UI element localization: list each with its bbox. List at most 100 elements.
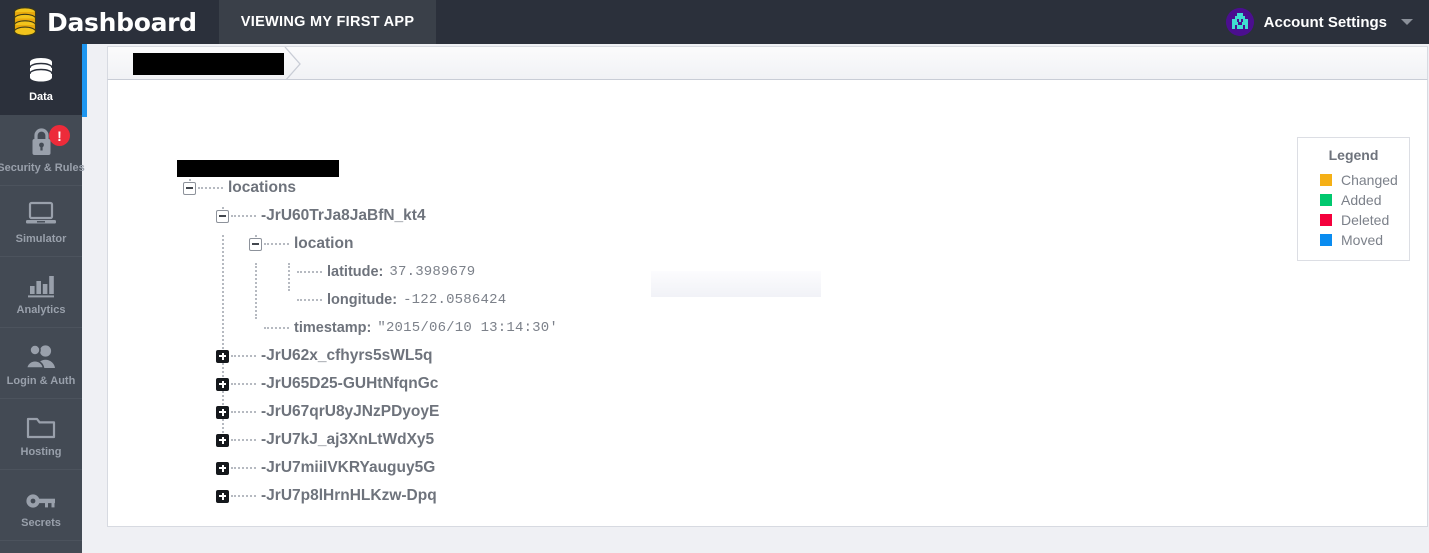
legend-row: Added (1298, 190, 1409, 210)
tree-dash (297, 271, 322, 273)
tree-node[interactable]: -JrU65D25-GUHtNfqnGc (216, 370, 438, 398)
alert-badge: ! (49, 125, 70, 146)
tree-node[interactable]: locations (183, 174, 296, 202)
tree-dash (231, 467, 256, 469)
breadcrumb (107, 46, 1428, 81)
tree-dash (264, 243, 289, 245)
tree-node[interactable]: location (249, 230, 353, 258)
tree-node-label: -JrU60TrJa8JaBfN_kt4 (261, 207, 426, 224)
tree-toggle-plus-icon[interactable] (216, 377, 229, 391)
sidebar-item-label: Data (29, 91, 53, 103)
tree-node[interactable]: -JrU67qrU8yJNzPDyoyE (216, 398, 439, 426)
bar-chart-icon (27, 268, 55, 298)
left-sidebar: Data Security & Rules! Simulator Analyti… (0, 44, 85, 553)
chevron-down-icon[interactable] (1401, 19, 1413, 25)
tree-toggle-minus-icon[interactable] (249, 237, 262, 251)
tree-toggle-plus-icon[interactable] (216, 349, 229, 363)
tree-node[interactable]: -JrU7miiIVKRYauguy5G (216, 454, 435, 482)
tree-toggle-minus-icon[interactable] (216, 209, 229, 223)
app-tab-label: VIEWING MY FIRST APP (240, 14, 415, 30)
legend-swatch (1320, 174, 1332, 186)
tree-dash (231, 411, 256, 413)
tree-node-label: -JrU7p8lHrnHLKzw-Dpq (261, 487, 437, 504)
tree-leaf-key: latitude: (327, 264, 384, 280)
legend-rows: Changed Added Deleted Moved (1298, 170, 1409, 250)
tree-dash (231, 439, 256, 441)
sidebar-item-label: Hosting (20, 446, 62, 458)
legend-label: Deleted (1341, 212, 1390, 228)
sidebar-item-label: Login & Auth (6, 375, 76, 387)
sidebar-item-data[interactable]: Data (0, 44, 82, 115)
app-tab[interactable]: VIEWING MY FIRST APP (218, 0, 437, 44)
sidebar-item-label: Secrets (21, 517, 61, 529)
data-tree-panel: locations -JrU60TrJa8JaBfN_kt4 location lat… (107, 80, 1428, 527)
tree-leaf-key: timestamp: (294, 320, 372, 336)
tree-node[interactable]: -JrU7kJ_aj3XnLtWdXy5 (216, 426, 434, 454)
tree-dash (231, 215, 256, 217)
account-settings-menu[interactable]: Account Settings (1225, 0, 1419, 44)
tree-node-label: -JrU62x_cfhyrs5sWL5q (261, 347, 433, 364)
sidebar-item-analytics[interactable]: Analytics (0, 257, 82, 328)
database-icon (26, 55, 56, 85)
tree-node-label: -JrU7miiIVKRYauguy5G (261, 459, 436, 476)
breadcrumb-chevron-icon (284, 47, 301, 81)
legend-title: Legend (1328, 147, 1379, 163)
sidebar-item-hosting[interactable]: Hosting (0, 399, 82, 470)
breadcrumb-crumb-redacted[interactable] (133, 53, 284, 75)
data-tree: locations -JrU60TrJa8JaBfN_kt4 location lat… (108, 80, 1427, 526)
tree-node[interactable]: -JrU7p8lHrnHLKzw-Dpq (216, 482, 437, 510)
tree-connector-line (288, 263, 290, 291)
legend-label: Changed (1341, 172, 1398, 188)
tree-toggle-plus-icon[interactable] (216, 433, 229, 447)
tree-toggle-plus-icon[interactable] (216, 461, 229, 475)
avatar (1225, 8, 1254, 36)
legend-swatch (1320, 214, 1332, 226)
tree-dash (198, 187, 223, 189)
tree-node-label: -JrU65D25-GUHtNfqnGc (261, 375, 439, 392)
sidebar-item-simulator[interactable]: Simulator (0, 186, 82, 257)
legend-label: Added (1341, 192, 1382, 208)
sidebar-item-security-rules[interactable]: Security & Rules! (0, 115, 85, 186)
legend-panel: Legend Changed Added Deleted Moved (1297, 137, 1410, 261)
legend-row: Deleted (1298, 210, 1409, 230)
sidebar-item-login-auth[interactable]: Login & Auth (0, 328, 82, 399)
main-content: locations -JrU60TrJa8JaBfN_kt4 location lat… (87, 44, 1429, 553)
sidebar-item-label: Analytics (16, 304, 66, 316)
tree-dash (264, 327, 289, 329)
tree-dash (231, 383, 256, 385)
tree-node[interactable]: -JrU60TrJa8JaBfN_kt4 (216, 202, 426, 230)
sidebar-item-label: Security & Rules (0, 162, 85, 174)
folder-icon (25, 410, 57, 440)
users-icon (25, 339, 57, 369)
tree-connector-line (255, 263, 257, 319)
database-icon (13, 7, 37, 37)
tree-node[interactable]: -JrU62x_cfhyrs5sWL5q (216, 342, 432, 370)
tree-leaf[interactable]: longitude: -122.0586424 (295, 286, 506, 314)
tree-dash (297, 299, 322, 301)
tree-dash (231, 355, 256, 357)
tree-leaf[interactable]: timestamp: "2015/06/10 13:14:30' (262, 314, 558, 342)
tree-dash (231, 495, 256, 497)
tree-leaf-value: "2015/06/10 13:14:30' (377, 320, 558, 336)
tree-toggle-plus-icon[interactable] (216, 405, 229, 419)
legend-row: Moved (1298, 230, 1409, 250)
tree-leaf-key: longitude: (327, 292, 398, 308)
tree-leaf-value: -122.0586424 (403, 292, 507, 308)
brand-title: Dashboard (47, 7, 197, 37)
top-header-bar: Dashboard VIEWING MY FIRST APP Account S… (0, 0, 1429, 44)
tree-leaf[interactable]: latitude: 37.3989679 (295, 258, 475, 286)
legend-label: Moved (1341, 232, 1384, 248)
tree-node-label: locations (228, 179, 297, 196)
sidebar-item-secrets[interactable]: Secrets (0, 470, 82, 541)
sidebar-item-label: Simulator (15, 233, 67, 245)
tree-node-label: location (294, 235, 354, 252)
tree-toggle-plus-icon[interactable] (216, 489, 229, 503)
tree-toggle-minus-icon[interactable] (183, 181, 196, 195)
account-settings-label: Account Settings (1263, 13, 1387, 31)
tree-node-label: -JrU67qrU8yJNzPDyoyE (261, 403, 440, 420)
key-icon (25, 481, 57, 511)
legend-swatch (1320, 194, 1332, 206)
tree-node-label: -JrU7kJ_aj3XnLtWdXy5 (261, 431, 435, 448)
brand-area[interactable]: Dashboard (0, 0, 197, 44)
laptop-icon (25, 197, 57, 227)
